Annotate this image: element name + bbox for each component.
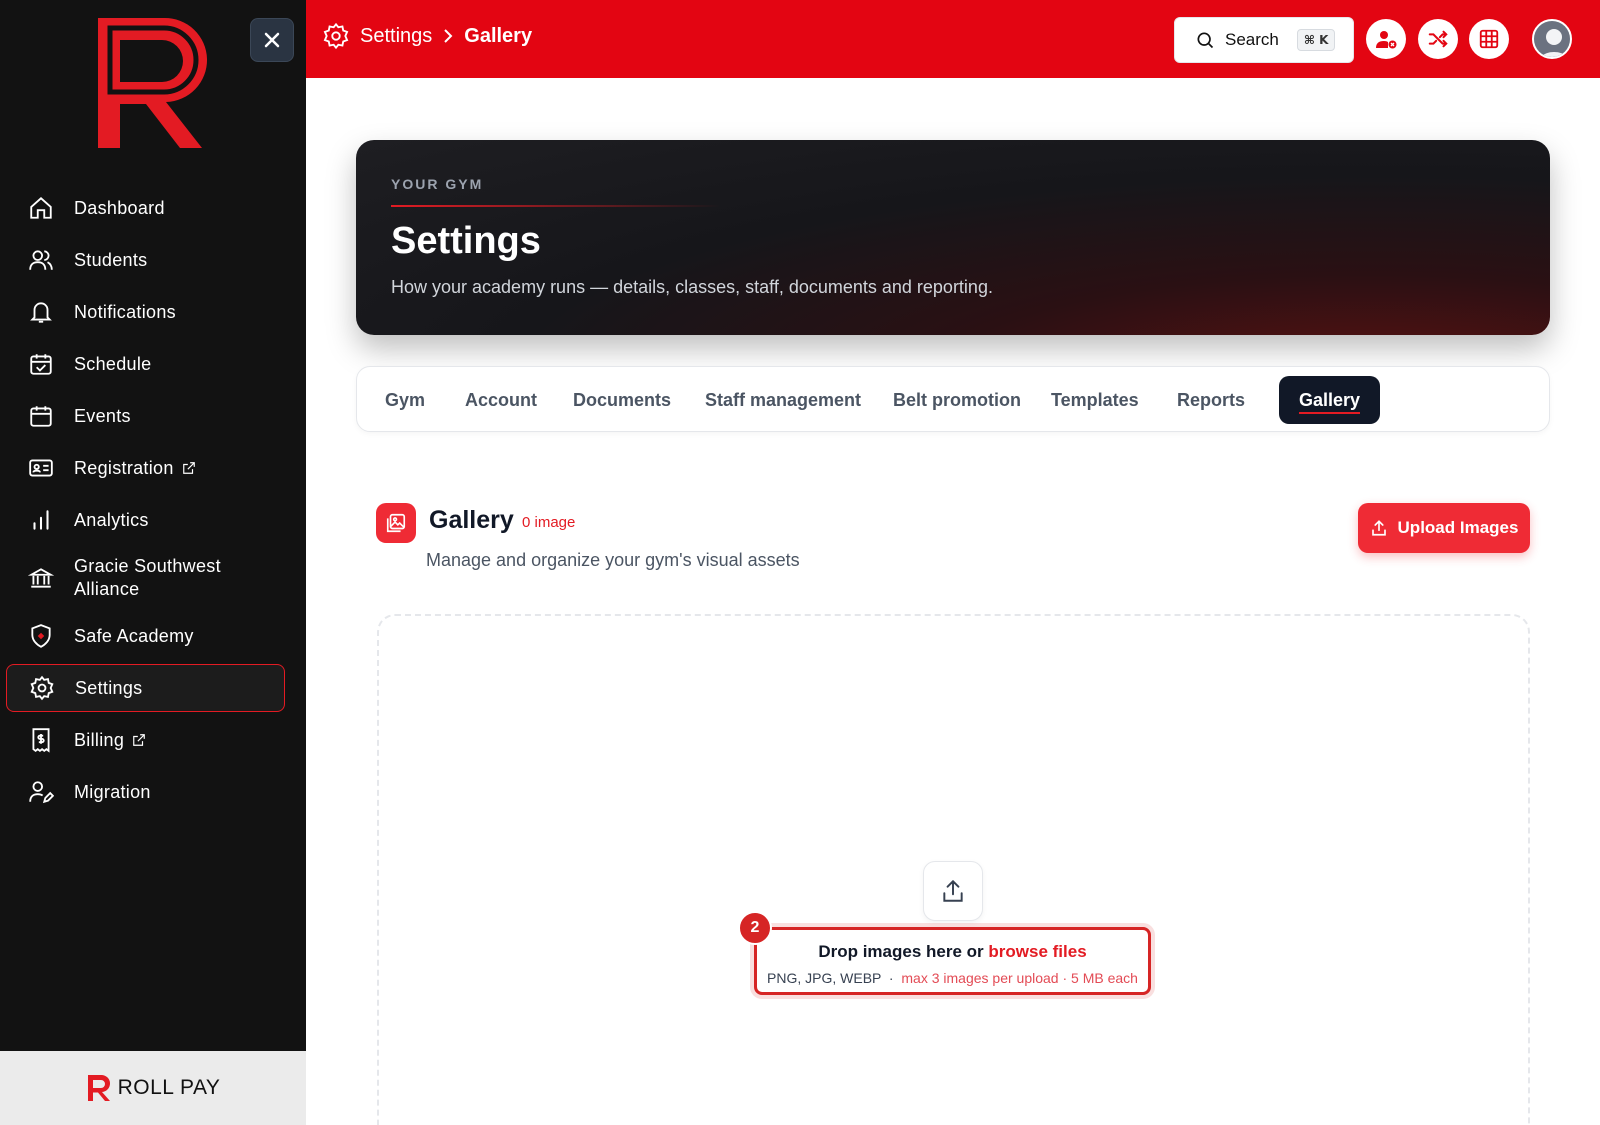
calendar-check-icon (26, 349, 56, 379)
hero-eyebrow: YOUR GYM (391, 176, 484, 192)
search-shortcut: ⌘ K (1296, 29, 1336, 51)
upload-limits: max 3 images per upload · 5 MB each (901, 970, 1138, 986)
sidebar-item-label: Safe Academy (74, 625, 194, 646)
sidebar-item-label: Settings (75, 677, 143, 698)
tab-gym[interactable]: Gym (365, 376, 445, 424)
sidebar-item-label: Analytics (74, 509, 149, 530)
rollpay-logo-icon (87, 1074, 110, 1101)
id-card-icon (26, 453, 56, 483)
top-bar: Settings Gallery Search ⌘ K (306, 0, 1600, 78)
hero-divider (391, 205, 721, 207)
avatar[interactable] (1532, 19, 1572, 59)
sidebar-item-label: Notifications (74, 301, 176, 322)
brand-logo[interactable] (94, 12, 210, 152)
user-alert-icon (1376, 31, 1397, 49)
close-icon (264, 32, 280, 48)
grid-icon (1479, 29, 1499, 49)
sidebar-item-analytics[interactable]: Analytics (6, 496, 285, 544)
dropzone-text: Drop images here or browse files (757, 942, 1148, 962)
tab-templates[interactable]: Templates (1031, 376, 1159, 424)
bank-icon (26, 563, 56, 593)
search-label: Search (1225, 30, 1279, 49)
gear-icon (323, 22, 349, 50)
footer-brand-text: ROLL PAY (117, 1076, 221, 1099)
sidebar-item-label: Events (74, 405, 131, 426)
sidebar-item-migration[interactable]: Migration (6, 768, 285, 816)
tab-gallery[interactable]: Gallery (1279, 376, 1381, 424)
breadcrumb: Settings Gallery (322, 22, 532, 50)
grid-button[interactable] (1469, 19, 1509, 59)
home-icon (26, 193, 56, 223)
sidebar-item-label: Schedule (74, 353, 152, 374)
search-icon (1197, 32, 1214, 49)
close-sidebar-button[interactable] (250, 18, 294, 62)
user-edit-icon (26, 777, 56, 807)
sidebar-item-label: Billing (74, 729, 125, 750)
external-link-icon (132, 733, 146, 747)
shuffle-icon (1428, 30, 1448, 48)
upload-icon (943, 879, 963, 902)
calendar-icon (26, 401, 56, 431)
sidebar-item-notifications[interactable]: Notifications (6, 288, 285, 336)
sidebar-item-label: Registration (74, 457, 174, 478)
dropzone-upload-button[interactable] (923, 861, 983, 921)
settings-hero: YOUR GYM Settings How your academy runs … (356, 140, 1550, 335)
sidebar-item-settings[interactable]: Settings (6, 664, 285, 712)
switch-button[interactable] (1418, 19, 1458, 59)
gallery-count-badge: 0 image (522, 514, 576, 531)
sidebar-item-label: Dashboard (74, 197, 165, 218)
sidebar-item-students[interactable]: Students (6, 236, 285, 284)
accepted-formats: PNG, JPG, WEBP (767, 970, 882, 986)
dropzone-instructions: Drop images here or browse files PNG, JP… (754, 927, 1151, 995)
sidebar-item-registration[interactable]: Registration (6, 444, 285, 492)
sidebar-item-gracie-southwest-alliance[interactable]: Gracie Southwest Alliance (6, 548, 285, 608)
tab-documents[interactable]: Documents (553, 376, 691, 424)
rollpay-brand[interactable]: ROLL PAY (86, 1073, 221, 1103)
tab-reports[interactable]: Reports (1157, 376, 1265, 424)
gallery-subtitle: Manage and organize your gym's visual as… (426, 550, 800, 570)
sidebar-item-dashboard[interactable]: Dashboard (6, 184, 285, 232)
dropzone-hint: PNG, JPG, WEBP · max 3 images per upload… (757, 970, 1148, 986)
sidebar-item-label: Students (74, 249, 148, 270)
gallery-title: Gallery (429, 506, 514, 534)
gallery-icon (376, 503, 416, 543)
settings-tabs: Gym Account Documents Staff management B… (356, 366, 1550, 432)
tab-staff-management[interactable]: Staff management (685, 376, 881, 424)
sidebar-footer: ROLL PAY (0, 1051, 306, 1125)
bar-chart-icon (26, 505, 56, 535)
sidebar-item-schedule[interactable]: Schedule (6, 340, 285, 388)
chevron-right-icon (444, 29, 453, 43)
user-alert-button[interactable] (1366, 19, 1406, 59)
hint-separator: · (888, 970, 894, 986)
search-button[interactable]: Search ⌘ K (1174, 17, 1354, 63)
upload-images-label: Upload Images (1397, 518, 1519, 537)
upload-icon (1371, 520, 1386, 536)
sidebar-item-label: Gracie Southwest Alliance (74, 556, 221, 599)
bell-icon (26, 297, 56, 327)
breadcrumb-current: Gallery (464, 24, 533, 47)
tab-belt-promotion[interactable]: Belt promotion (873, 376, 1041, 424)
sidebar: Dashboard Students Notifications Schedul… (0, 0, 306, 1125)
upload-images-button[interactable]: Upload Images (1358, 503, 1530, 553)
users-icon (26, 245, 56, 275)
page-subtitle: How your academy runs — details, classes… (391, 277, 993, 297)
browse-files-link[interactable]: browse files (988, 942, 1086, 961)
user-avatar-icon (1534, 21, 1570, 57)
sidebar-item-events[interactable]: Events (6, 392, 285, 440)
sidebar-item-safe-academy[interactable]: Safe Academy (6, 612, 285, 660)
dropzone-main-text: Drop images here or (818, 942, 989, 961)
gear-icon (27, 673, 57, 703)
receipt-icon (26, 725, 56, 755)
sidebar-item-billing[interactable]: Billing (6, 716, 285, 764)
external-link-icon (182, 461, 196, 475)
step-badge: 2 (738, 911, 772, 945)
sidebar-item-label: Migration (74, 781, 151, 802)
page-title: Settings (391, 220, 541, 262)
shield-icon (26, 621, 56, 651)
breadcrumb-settings-link[interactable]: Settings (360, 25, 432, 48)
tab-account[interactable]: Account (445, 376, 557, 424)
